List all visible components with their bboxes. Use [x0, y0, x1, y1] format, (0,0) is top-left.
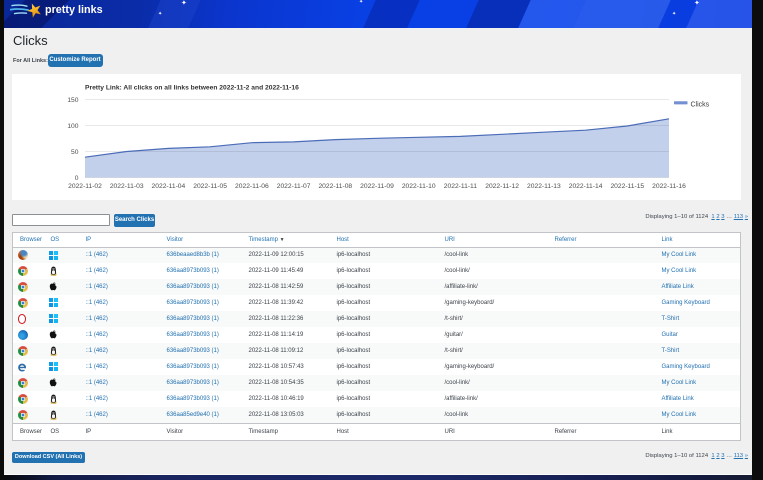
svg-text:2022-11-05: 2022-11-05: [193, 183, 227, 190]
svg-text:2022-11-11: 2022-11-11: [444, 183, 477, 190]
svg-text:2022-11-04: 2022-11-04: [152, 183, 186, 190]
svg-text:2022-11-02: 2022-11-02: [68, 183, 102, 190]
svg-text:50: 50: [71, 149, 79, 156]
svg-text:2022-11-07: 2022-11-07: [277, 183, 311, 190]
svg-text:2022-11-12: 2022-11-12: [485, 183, 519, 190]
svg-text:2022-11-13: 2022-11-13: [527, 183, 561, 190]
svg-text:Clicks: Clicks: [691, 102, 710, 109]
svg-text:0: 0: [75, 175, 79, 182]
svg-text:2022-11-16: 2022-11-16: [652, 183, 686, 190]
svg-text:2022-11-08: 2022-11-08: [318, 183, 352, 190]
svg-text:2022-11-10: 2022-11-10: [402, 183, 436, 190]
svg-text:2022-11-14: 2022-11-14: [569, 183, 603, 190]
svg-text:Pretty Link: All clicks on all: Pretty Link: All clicks on all links bet…: [85, 85, 299, 92]
svg-text:2022-11-03: 2022-11-03: [110, 183, 144, 190]
svg-text:2022-11-15: 2022-11-15: [610, 183, 644, 190]
svg-text:100: 100: [67, 123, 78, 130]
svg-text:2022-11-06: 2022-11-06: [235, 183, 269, 190]
svg-text:2022-11-09: 2022-11-09: [360, 183, 394, 190]
svg-text:150: 150: [67, 97, 78, 104]
